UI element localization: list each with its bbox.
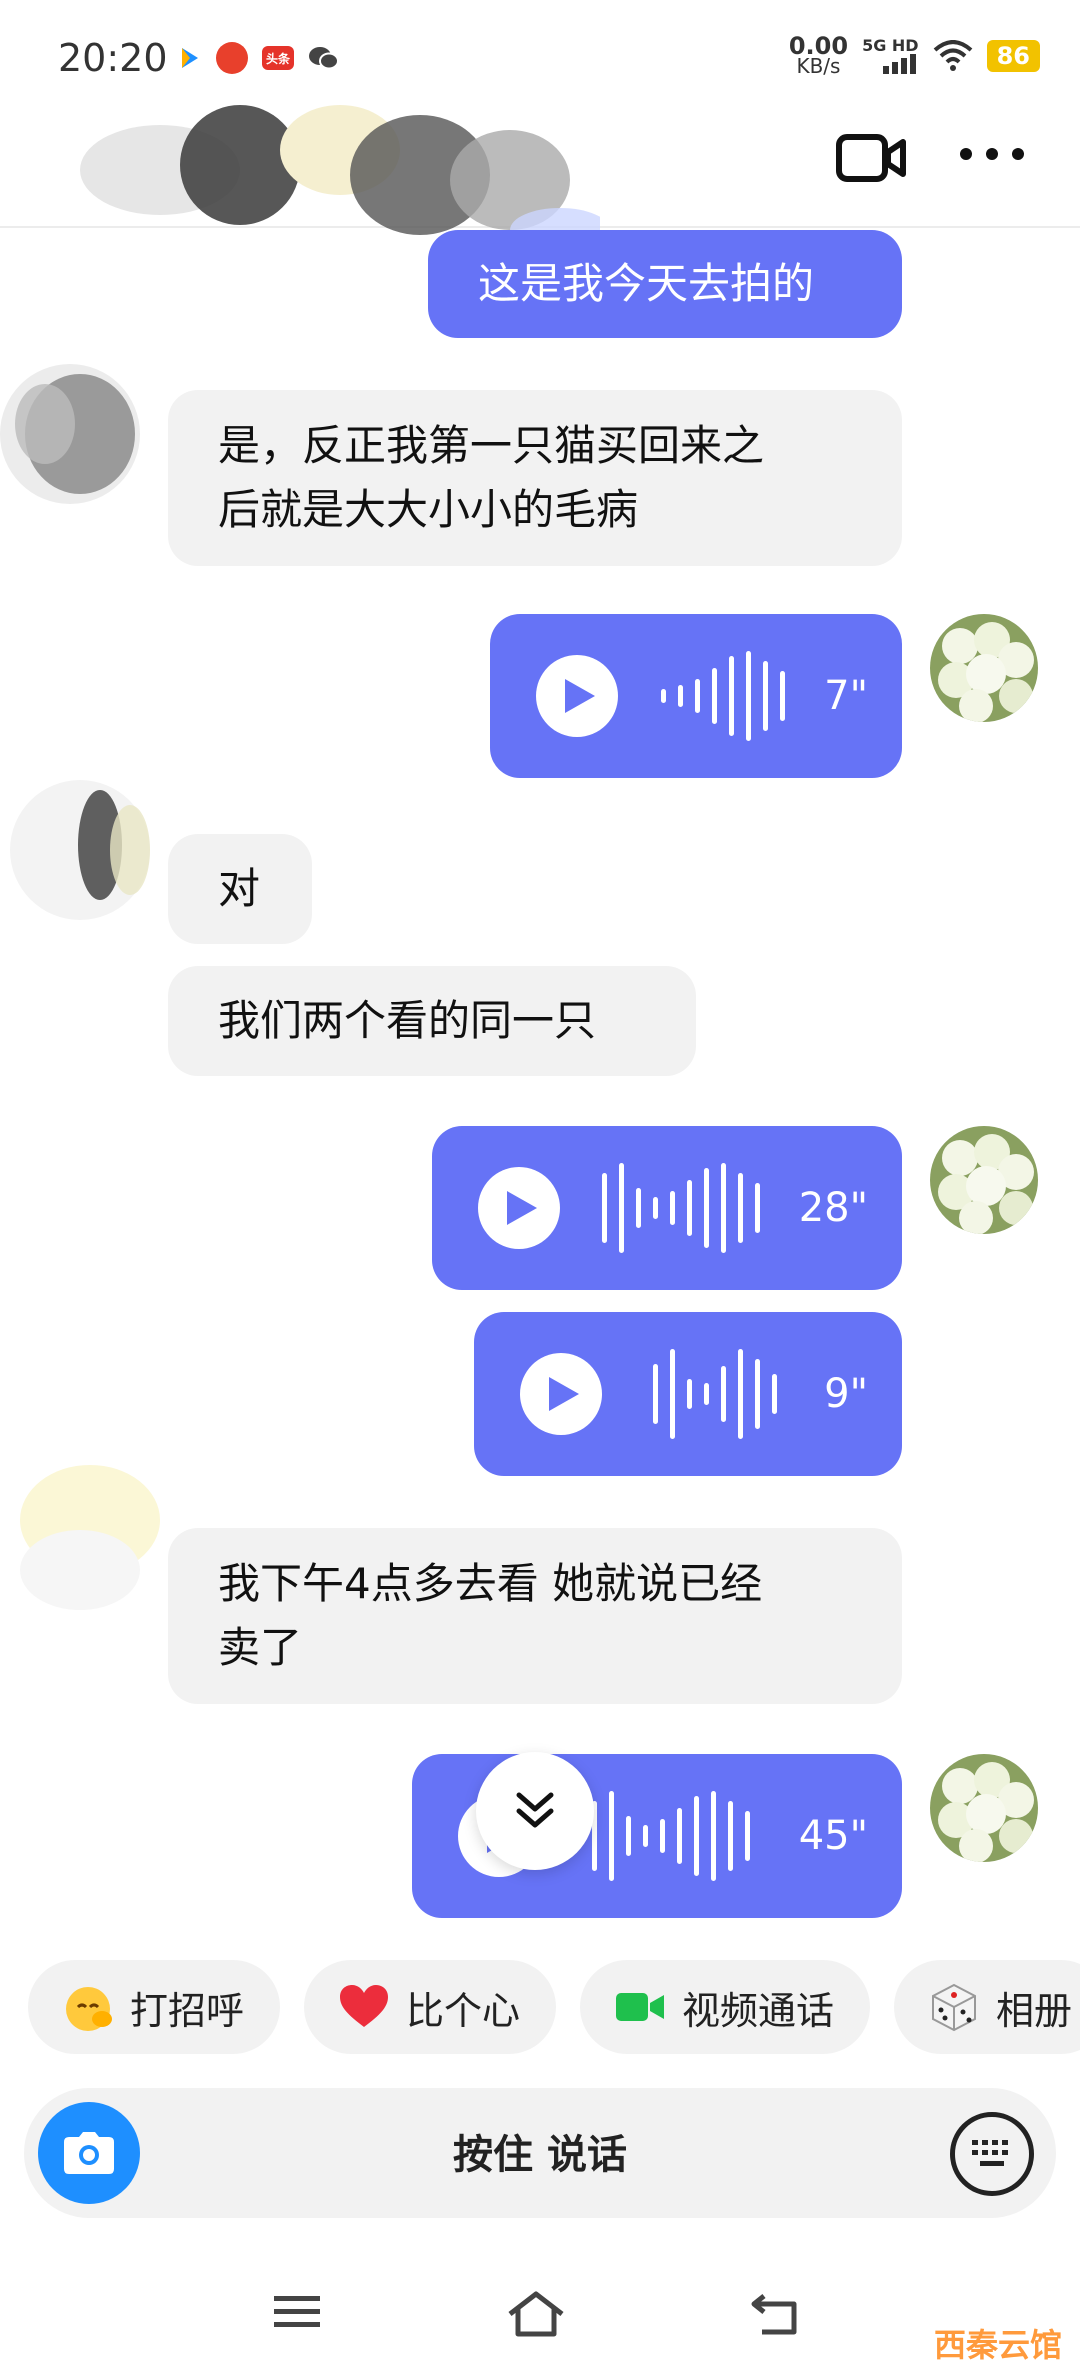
status-right: 0.00 KB/s 5G HD 86 [788,32,1040,78]
voice-duration: 7" [824,673,868,719]
menu-icon[interactable] [272,2290,322,2334]
toutiao-icon: 头条 [262,46,294,70]
input-bar: 按住 说话 [24,2088,1056,2218]
heart-icon [338,1981,390,2033]
voice-message[interactable]: 9" [474,1312,902,1476]
redacted-contact-name [80,105,600,250]
quick-action-video-call[interactable]: 视频通话 [580,1960,871,2054]
message-bubble-sent[interactable]: 这是我今天去拍的 [428,230,902,338]
play-icon[interactable] [536,655,618,737]
voice-duration: 45" [798,1813,868,1859]
quick-action-bar: 打招呼 比个心 视频通话 相册 [28,1960,1080,2054]
net-speed-value: 0.00 [788,32,849,60]
quick-action-dice[interactable]: 相册 [894,1960,1080,2054]
message-text: 这是我今天去拍的 [478,259,815,308]
chip-label: 比个心 [406,1988,521,2033]
notification-icons: 头条 [178,42,340,74]
my-avatar[interactable] [930,614,1038,722]
waveform [661,651,786,741]
chevron-double-down-icon [516,1792,554,1828]
quick-action-heart[interactable]: 比个心 [304,1960,557,2054]
watermark: 西秦云馆 [933,2326,1062,2364]
keyboard-toggle-button[interactable] [950,2112,1034,2196]
message-bubble-received[interactable]: 我们两个看的同一只 [168,966,696,1076]
message-bubble-received[interactable]: 对 [168,834,312,944]
voice-duration: 9" [824,1371,868,1417]
back-icon[interactable] [750,2290,800,2338]
contact-avatar[interactable] [0,770,150,920]
message-text-line: 后就是大大小小的毛病 [218,485,639,534]
hold-to-talk-button[interactable]: 按住 说话 [24,2122,1056,2180]
net-speed: 0.00 KB/s [788,32,849,78]
robot-app-icon [216,42,248,74]
voice-message[interactable]: 7" [490,614,902,778]
signal-label: 5G HD [862,36,919,55]
message-text: 我们两个看的同一只 [218,996,597,1045]
chat-header [0,105,1080,250]
quick-action-greet[interactable]: 打招呼 [28,1960,281,2054]
battery-indicator: 86 [986,40,1040,72]
message-text-line: 我下午4点多去看 她就说已经 [218,1559,763,1608]
contact-avatar[interactable] [10,1460,160,1610]
wave-hand-emoji-icon [62,1981,114,2033]
wechat-icon [309,47,339,70]
message-text-line: 卖了 [218,1623,303,1672]
voice-duration: 28" [798,1185,868,1231]
waveform [592,1791,751,1881]
waveform [602,1163,761,1253]
contact-avatar[interactable] [0,354,150,504]
status-time: 20:20 [58,36,168,80]
message-bubble-received[interactable]: 是，反正我第一只猫买回来之 后就是大大小小的毛病 [168,390,902,566]
message-text-line: 是，反正我第一只猫买回来之 [218,421,765,470]
scroll-to-bottom-button[interactable] [476,1752,594,1870]
signal-icon: 5G HD [862,38,919,74]
video-camera-icon [614,1981,666,2033]
keyboard-icon [972,2140,1008,2166]
wifi-icon [933,40,972,71]
message-text: 对 [218,864,261,913]
my-avatar[interactable] [930,1126,1038,1234]
chip-label: 打招呼 [130,1988,245,2033]
message-bubble-received[interactable]: 我下午4点多去看 她就说已经 卖了 [168,1528,902,1704]
chip-label: 视频通话 [682,1988,835,2033]
play-icon[interactable] [478,1167,560,1249]
chip-label: 相册 [996,1988,1073,2033]
video-app-icon [182,48,198,68]
play-icon[interactable] [520,1353,602,1435]
waveform [653,1349,778,1439]
video-call-icon[interactable] [836,134,906,182]
net-speed-unit: KB/s [796,54,841,78]
voice-message[interactable]: 28" [432,1126,902,1290]
more-icon[interactable] [960,148,1024,160]
system-nav-bar: 西秦云馆 [0,2260,1080,2376]
home-icon[interactable] [506,2290,566,2338]
dice-icon [928,1981,980,2033]
my-avatar[interactable] [930,1754,1038,1862]
